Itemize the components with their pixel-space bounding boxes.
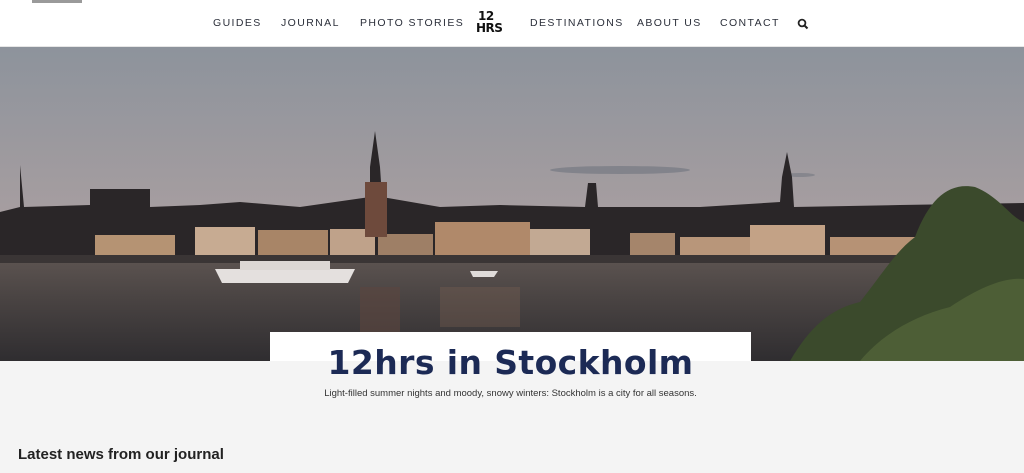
page-subtitle: Light-filled summer nights and moody, sn… — [324, 388, 697, 399]
nav-item-contact[interactable]: CONTACT — [720, 17, 780, 29]
hero-image — [0, 47, 1024, 361]
search-icon[interactable] — [797, 17, 809, 30]
page-title: 12hrs in Stockholm — [327, 343, 694, 382]
browser-tab-indicator — [32, 0, 82, 3]
nav-item-about-us[interactable]: ABOUT US — [637, 17, 702, 29]
nav-item-journal[interactable]: JOURNAL — [281, 17, 340, 29]
logo-line-2: HRS — [476, 21, 503, 35]
nav-item-photo-stories[interactable]: PHOTO STORIES — [360, 17, 464, 29]
journal-section-heading: Latest news from our journal — [18, 446, 224, 463]
nav-item-destinations[interactable]: DESTINATIONS — [530, 17, 624, 29]
nav-item-guides[interactable]: GUIDES — [213, 17, 262, 29]
top-navigation-bar: GUIDES JOURNAL PHOTO STORIES DESTINATION… — [0, 0, 1024, 47]
site-logo[interactable]: 12 HRS — [476, 9, 503, 37]
